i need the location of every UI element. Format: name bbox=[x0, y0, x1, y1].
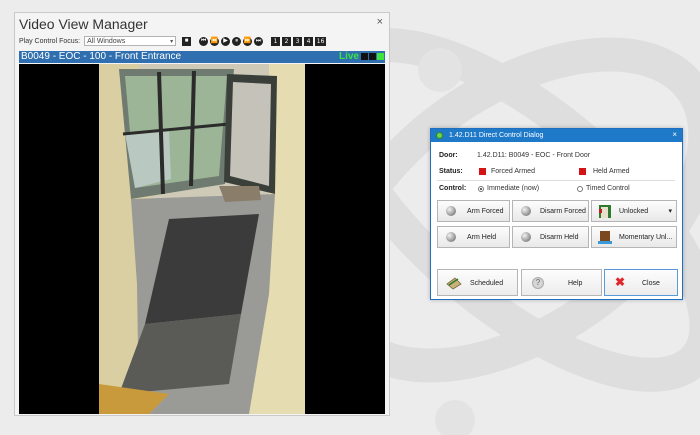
door-value: 1.42.D11: B0049 - EOC - Front Door bbox=[477, 152, 591, 159]
layout-1-button[interactable]: 1 bbox=[271, 36, 281, 46]
control-timed-label: Timed Control bbox=[586, 185, 630, 192]
divider bbox=[437, 180, 675, 181]
skip-back-icon[interactable]: ⏮ bbox=[199, 36, 209, 46]
forced-status-indicator bbox=[479, 168, 486, 175]
help-button[interactable]: ? Help bbox=[521, 269, 602, 296]
rewind-icon[interactable]: ⏪ bbox=[210, 36, 220, 46]
close-x-icon: ✖ bbox=[615, 275, 626, 289]
status-held: Held Armed bbox=[593, 168, 630, 175]
gray-ball-icon bbox=[446, 232, 456, 242]
door-unlocked-icon bbox=[599, 205, 611, 218]
status-forced: Forced Armed bbox=[491, 168, 535, 175]
held-status-indicator bbox=[579, 168, 586, 175]
status-dot-icon bbox=[436, 132, 443, 139]
close-icon[interactable]: × bbox=[672, 130, 677, 139]
camera-title: B0049 - EOC - 100 - Front Entrance bbox=[21, 51, 182, 62]
status-label: Status: bbox=[439, 168, 463, 175]
window-title: Video View Manager bbox=[19, 16, 148, 32]
stop-square-icon[interactable]: ■ bbox=[182, 36, 192, 46]
disarm-held-label: Disarm Held bbox=[540, 234, 579, 241]
scheduled-button[interactable]: Scheduled bbox=[437, 269, 518, 296]
arm-forced-button[interactable]: Arm Forced bbox=[437, 200, 510, 222]
camera-image bbox=[19, 64, 385, 414]
dialog-title: 1.42.D11 Direct Control Dialog bbox=[449, 132, 544, 139]
chevron-down-icon: ▾ bbox=[170, 39, 174, 45]
momentary-unlock-button[interactable]: Momentary Unl... bbox=[591, 226, 677, 248]
camera-video-feed[interactable] bbox=[19, 64, 385, 414]
close-button[interactable]: × bbox=[377, 16, 383, 28]
gray-ball-icon bbox=[521, 206, 531, 216]
play-control-toolbar: Play Control Focus: All Windows ▾ ■ ⏮ ⏪ … bbox=[19, 35, 328, 47]
camera-control-icon[interactable] bbox=[377, 53, 384, 60]
immediate-radio[interactable] bbox=[478, 186, 484, 192]
momentary-unlock-label: Momentary Unl... bbox=[619, 234, 673, 241]
video-view-manager-window: Video View Manager × Play Control Focus:… bbox=[14, 12, 390, 416]
live-indicator: Live bbox=[338, 51, 359, 62]
control-label: Control: bbox=[439, 185, 467, 192]
help-label: Help bbox=[568, 280, 583, 287]
play-control-focus-label: Play Control Focus: bbox=[19, 37, 81, 45]
scheduled-label: Scheduled bbox=[470, 280, 504, 287]
layout-3-button[interactable]: 3 bbox=[293, 36, 303, 46]
layout-4-button[interactable]: 4 bbox=[304, 36, 314, 46]
unlocked-label: Unlocked bbox=[619, 208, 649, 215]
chevron-down-icon: ▾ bbox=[668, 208, 672, 215]
pause-icon[interactable]: ⏸ bbox=[232, 36, 242, 46]
arm-forced-label: Arm Forced bbox=[467, 208, 504, 215]
gray-ball-icon bbox=[521, 232, 531, 242]
timed-control-radio[interactable] bbox=[577, 186, 583, 192]
dialog-title-bar: 1.42.D11 Direct Control Dialog × bbox=[431, 129, 682, 142]
door-label: Door: bbox=[439, 152, 458, 159]
play-control-focus-select[interactable]: All Windows ▾ bbox=[84, 36, 177, 46]
unlocked-dropdown-button[interactable]: Unlocked ▾ bbox=[591, 200, 677, 222]
gray-ball-icon bbox=[446, 206, 456, 216]
skip-forward-icon[interactable]: ⏭ bbox=[254, 36, 264, 46]
control-immediate-label: Immediate (now) bbox=[487, 185, 540, 192]
play-icon[interactable]: ▶ bbox=[221, 36, 231, 46]
camera-title-bar: B0049 - EOC - 100 - Front Entrance Live bbox=[19, 51, 385, 63]
direct-control-dialog: 1.42.D11 Direct Control Dialog × Door: 1… bbox=[430, 128, 683, 300]
camera-control-icon[interactable] bbox=[369, 53, 376, 60]
arm-held-label: Arm Held bbox=[467, 234, 497, 241]
door-icon bbox=[598, 231, 612, 244]
close-label: Close bbox=[642, 280, 660, 287]
close-button[interactable]: ✖ Close bbox=[604, 269, 678, 296]
disarm-held-button[interactable]: Disarm Held bbox=[512, 226, 589, 248]
disarm-forced-label: Disarm Forced bbox=[540, 208, 586, 215]
play-control-focus-value: All Windows bbox=[87, 38, 126, 45]
help-icon: ? bbox=[532, 277, 544, 289]
disarm-forced-button[interactable]: Disarm Forced bbox=[512, 200, 589, 222]
scheduled-icon bbox=[446, 277, 462, 290]
layout-2-button[interactable]: 2 bbox=[282, 36, 292, 46]
fast-forward-icon[interactable]: ⏩ bbox=[243, 36, 253, 46]
camera-control-icon[interactable] bbox=[361, 53, 368, 60]
arm-held-button[interactable]: Arm Held bbox=[437, 226, 510, 248]
layout-16-button[interactable]: 16 bbox=[315, 36, 327, 46]
